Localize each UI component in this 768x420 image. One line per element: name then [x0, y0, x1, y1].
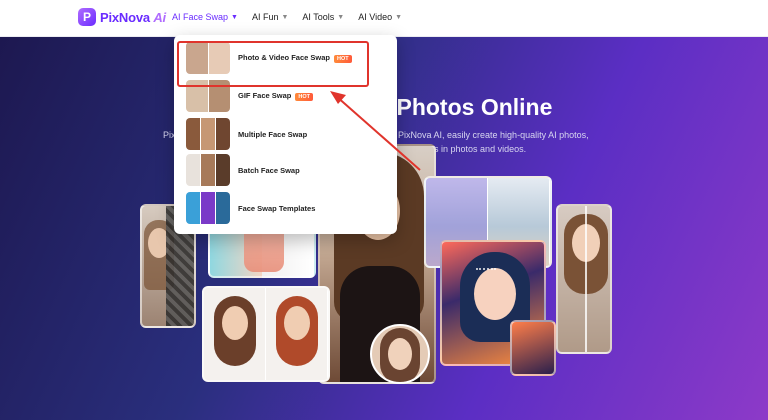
- main-nav: AI Face Swap ▼ AI Fun ▼ AI Tools ▼ AI Video…: [172, 12, 416, 22]
- nav-ai-tools[interactable]: AI Tools ▼: [302, 12, 344, 22]
- hot-badge: HOT: [295, 92, 313, 101]
- chevron-down-icon: ▼: [395, 13, 403, 21]
- pixnova-logo[interactable]: P PixNova Ai: [78, 8, 166, 26]
- face-swap-comparison-sample: [202, 286, 330, 382]
- menu-item-gif-face-swap[interactable]: GIF Face Swap HOT: [186, 79, 386, 113]
- nav-ai-fun[interactable]: AI Fun ▼: [252, 12, 288, 22]
- nav-ai-face-swap[interactable]: AI Face Swap ▼: [172, 12, 238, 22]
- gif-thumb-icon: [186, 80, 230, 112]
- swapped-face-avatar: [370, 324, 430, 384]
- face-swap-thumb-icon: [186, 42, 230, 74]
- photo-enhance-sample: [556, 204, 612, 354]
- hero-subtitle-line-1: ith PixNova AI, easily create high-quali…: [386, 130, 589, 140]
- logo-icon: P: [78, 8, 96, 26]
- top-navigation-bar: P PixNova Ai AI Face Swap ▼ AI Fun ▼ AI To…: [0, 0, 768, 37]
- logo-wordmark: PixNova Ai: [100, 9, 166, 25]
- chevron-down-icon: ▼: [281, 13, 289, 21]
- face-swap-dropdown-menu: Photo & Video Face Swap HOT GIF Face Swap…: [174, 35, 397, 234]
- menu-item-face-swap-templates[interactable]: Face Swap Templates: [186, 191, 386, 225]
- batch-thumb-icon: [186, 154, 230, 186]
- chevron-down-icon: ▼: [337, 13, 345, 21]
- templates-thumb-icon: [186, 192, 230, 224]
- anime-thumbnail-sample: [510, 320, 556, 376]
- menu-item-multiple-face-swap[interactable]: Multiple Face Swap: [186, 117, 386, 151]
- nav-ai-video[interactable]: AI Video ▼: [358, 12, 402, 22]
- menu-item-batch-face-swap[interactable]: Batch Face Swap: [186, 153, 386, 187]
- connector-dots: [476, 268, 496, 274]
- menu-item-photo-video-face-swap[interactable]: Photo & Video Face Swap HOT: [186, 41, 386, 75]
- multi-face-thumb-icon: [186, 118, 230, 150]
- hot-badge: HOT: [333, 54, 352, 63]
- chevron-down-icon: ▼: [231, 13, 238, 21]
